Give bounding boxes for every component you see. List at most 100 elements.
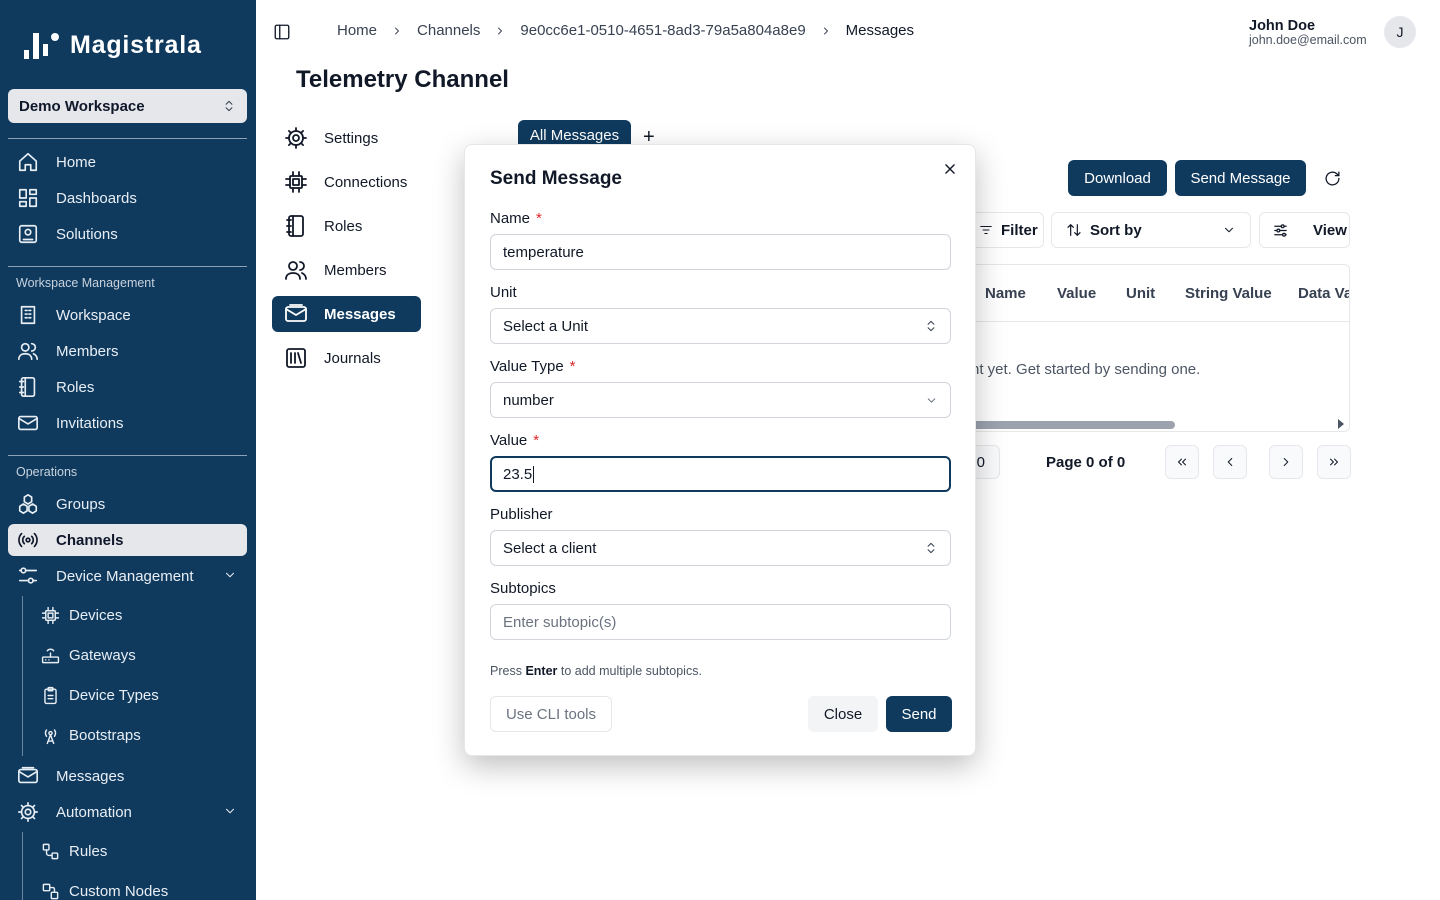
send-button[interactable]: Send <box>886 696 952 732</box>
breadcrumb-home[interactable]: Home <box>337 22 377 39</box>
router-icon <box>40 645 60 665</box>
horizontal-scrollbar[interactable] <box>963 421 1175 429</box>
sidebar-item-channels[interactable]: Channels <box>8 524 247 556</box>
library-icon <box>284 346 308 370</box>
send-message-dialog: Send Message Name * temperature Unit Sele… <box>464 144 976 756</box>
value-type-label-text: Value Type <box>490 358 564 375</box>
channel-nav-roles[interactable]: Roles <box>272 208 421 244</box>
use-cli-tools-button[interactable]: Use CLI tools <box>490 696 612 732</box>
channel-nav-connections[interactable]: Connections <box>272 164 421 200</box>
mail-open-icon <box>16 764 40 788</box>
sidebar-item-workspace[interactable]: Workspace <box>8 299 247 331</box>
submenu-guide-line <box>22 832 23 900</box>
breadcrumb-current: Messages <box>845 22 915 39</box>
previous-page-button[interactable] <box>1213 445 1247 479</box>
chevron-down-icon <box>927 397 936 403</box>
sidebar-divider <box>8 138 247 139</box>
value-type-select-value: number <box>503 391 554 409</box>
sidebar-item-invitations[interactable]: Invitations <box>8 407 247 439</box>
column-header-data-value[interactable]: Data Va <box>1298 285 1349 302</box>
sidebar-item-dashboards[interactable]: Dashboards <box>8 182 247 214</box>
value-field-value: 23.5 <box>503 465 533 483</box>
gear-icon <box>16 800 40 824</box>
subtopics-input[interactable]: Enter subtopic(s) <box>490 604 951 640</box>
channel-nav-messages[interactable]: Messages <box>272 296 421 332</box>
sidebar: Magistrala Demo Workspace Home Dashboard… <box>0 0 256 900</box>
sidebar-item-label: Device Types <box>69 686 159 704</box>
app-logo[interactable]: Magistrala <box>22 30 202 60</box>
column-header-string-value[interactable]: String Value <box>1185 285 1272 302</box>
channel-nav-members[interactable]: Members <box>272 252 421 288</box>
chevron-right-icon <box>823 27 828 34</box>
sidebar-item-label: Automation <box>56 803 132 821</box>
sidebar-item-label: Devices <box>69 606 123 624</box>
last-page-button[interactable] <box>1317 445 1351 479</box>
channel-nav-settings[interactable]: Settings <box>272 120 421 156</box>
unit-select-value: Select a Unit <box>503 317 589 335</box>
avatar[interactable]: J <box>1384 16 1416 48</box>
column-header-value[interactable]: Value <box>1057 285 1096 302</box>
sidebar-item-groups[interactable]: Groups <box>8 488 247 520</box>
refresh-button[interactable] <box>1320 166 1344 190</box>
sort-by-select[interactable]: Sort by <box>1051 212 1251 248</box>
sidebar-divider <box>8 455 247 456</box>
required-asterisk: * <box>536 210 542 227</box>
channel-nav-label: Settings <box>324 129 379 147</box>
sidebar-toggle-button[interactable] <box>273 23 291 41</box>
groups-icon <box>16 492 40 516</box>
value-field[interactable]: 23.5 <box>490 456 951 492</box>
sidebar-item-messages[interactable]: Messages <box>8 760 247 792</box>
filter-icon <box>980 225 992 235</box>
value-label-text: Value <box>490 432 528 449</box>
breadcrumb-channel-id[interactable]: 9e0cc6e1-0510-4651-8ad3-79a5a804a8e9 <box>520 22 805 39</box>
breadcrumb-channels[interactable]: Channels <box>417 22 480 39</box>
hint-prefix: Press <box>490 664 526 678</box>
workspace-selector[interactable]: Demo Workspace <box>8 89 247 123</box>
sidebar-item-automation[interactable]: Automation <box>8 796 247 828</box>
sidebar-item-bootstraps[interactable]: Bootstraps <box>40 720 141 750</box>
section-heading-workspace: Workspace Management <box>16 276 155 290</box>
name-label-text: Name <box>490 210 531 227</box>
column-header-unit[interactable]: Unit <box>1126 285 1155 302</box>
sidebar-item-label: Channels <box>56 531 124 549</box>
chevron-down-icon <box>1224 227 1234 233</box>
user-info[interactable]: John Doe john.doe@email.com <box>1249 18 1367 47</box>
sidebar-item-devices[interactable]: Devices <box>40 600 122 630</box>
sidebar-item-rules[interactable]: Rules <box>40 836 107 866</box>
channel-nav-journals[interactable]: Journals <box>272 340 421 376</box>
column-header-name[interactable]: Name <box>985 285 1026 302</box>
unit-select[interactable]: Select a Unit <box>490 308 951 344</box>
sidebar-item-custom-nodes[interactable]: Custom Nodes <box>40 876 168 900</box>
sidebar-item-solutions[interactable]: Solutions <box>8 218 247 250</box>
close-button[interactable]: Close <box>808 696 878 732</box>
sliders-icon <box>16 564 40 588</box>
publisher-select[interactable]: Select a client <box>490 530 951 566</box>
sidebar-item-gateways[interactable]: Gateways <box>40 640 136 670</box>
magistrala-logo-icon <box>24 33 59 59</box>
dialog-title: Send Message <box>490 168 622 189</box>
value-type-select[interactable]: number <box>490 382 951 418</box>
download-button[interactable]: Download <box>1068 160 1167 196</box>
channel-nav-label: Journals <box>324 349 381 367</box>
send-message-button[interactable]: Send Message <box>1175 160 1306 196</box>
users-icon <box>284 258 308 282</box>
clipboard-icon <box>40 685 60 705</box>
page-title: Telemetry Channel <box>296 66 509 93</box>
first-page-button[interactable] <box>1165 445 1199 479</box>
scroll-right-icon[interactable] <box>1337 419 1345 429</box>
hint-key: Enter <box>525 664 558 678</box>
sidebar-item-label: Messages <box>56 767 125 785</box>
sidebar-item-members[interactable]: Members <box>8 335 247 367</box>
sidebar-item-device-types[interactable]: Device Types <box>40 680 159 710</box>
name-field[interactable]: temperature <box>490 234 951 270</box>
sidebar-item-label: Custom Nodes <box>69 882 169 900</box>
sidebar-item-device-management[interactable]: Device Management <box>8 560 247 592</box>
next-page-button[interactable] <box>1269 445 1303 479</box>
sidebar-item-home[interactable]: Home <box>8 146 247 178</box>
rows-per-page-value: 0 <box>976 453 985 471</box>
dialog-close-button[interactable] <box>941 160 959 178</box>
sidebar-divider <box>8 266 247 267</box>
view-button[interactable]: View <box>1259 212 1350 248</box>
chevrons-left-icon <box>1177 458 1187 466</box>
sidebar-item-roles[interactable]: Roles <box>8 371 247 403</box>
